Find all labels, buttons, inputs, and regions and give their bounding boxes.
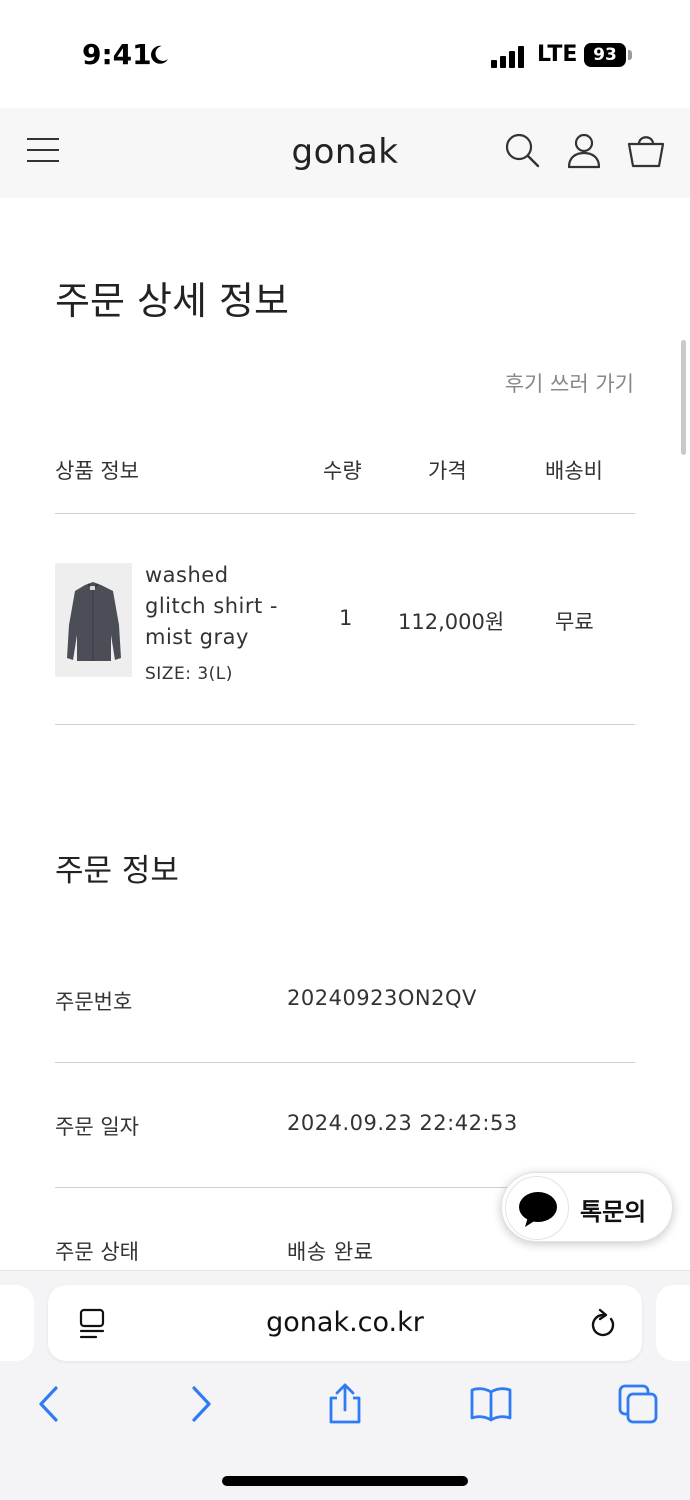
user-icon[interactable]	[564, 130, 604, 170]
url-text[interactable]: gonak.co.kr	[48, 1307, 642, 1338]
cart-icon[interactable]	[626, 130, 666, 170]
home-indicator	[222, 1476, 468, 1486]
product-size: SIZE: 3(L)	[145, 664, 233, 684]
col-header-price: 가격	[428, 459, 467, 483]
bookmarks-icon[interactable]	[469, 1382, 513, 1426]
item-price: 112,000원	[398, 610, 505, 634]
signal-icon	[491, 46, 524, 68]
product-name[interactable]: washed glitch shirt - mist gray	[145, 560, 295, 653]
chat-button-label: 톡문의	[580, 1198, 647, 1226]
order-status-value: 배송 완료	[287, 1240, 374, 1264]
tabs-icon[interactable]	[616, 1382, 660, 1426]
search-icon[interactable]	[502, 130, 542, 170]
col-header-shipping: 배송비	[545, 459, 603, 483]
site-header: gonak	[0, 108, 690, 198]
order-number-label: 주문번호	[55, 990, 133, 1014]
col-header-qty: 수량	[323, 459, 362, 483]
scrollbar[interactable]	[681, 340, 686, 455]
chat-bubble-icon	[519, 1192, 557, 1227]
status-time: 9:41	[82, 38, 152, 71]
address-bar[interactable]: gonak.co.kr	[48, 1285, 642, 1361]
info-divider	[55, 1062, 635, 1063]
network-label: LTE	[537, 42, 578, 67]
table-divider	[55, 724, 635, 725]
reload-icon[interactable]	[588, 1307, 618, 1339]
share-icon[interactable]	[323, 1382, 367, 1426]
write-review-link[interactable]: 후기 쓰러 가기	[505, 368, 634, 398]
back-icon[interactable]	[28, 1382, 72, 1426]
order-status-label: 주문 상태	[55, 1240, 139, 1264]
shirt-image	[67, 582, 121, 661]
chat-icon-wrap	[505, 1176, 569, 1240]
status-bar: 9:41 LTE 93	[0, 0, 690, 108]
forward-icon[interactable]	[178, 1382, 222, 1426]
col-header-product: 상품 정보	[55, 459, 139, 483]
page-title: 주문 상세 정보	[55, 279, 289, 323]
kakao-chat-button[interactable]: 톡문의	[501, 1172, 673, 1242]
next-tab-peek[interactable]	[656, 1285, 690, 1361]
item-qty: 1	[339, 606, 353, 630]
order-date-label: 주문 일자	[55, 1115, 139, 1139]
order-number-value: 20240923ON2QV	[287, 986, 477, 1010]
battery-tip	[628, 50, 632, 60]
table-divider	[55, 513, 635, 514]
battery-indicator: 93	[584, 43, 626, 67]
moon-icon	[151, 45, 168, 64]
order-info-title: 주문 정보	[55, 853, 179, 889]
previous-tab-peek[interactable]	[0, 1285, 34, 1361]
item-shipping: 무료	[555, 610, 594, 634]
order-date-value: 2024.09.23 22:42:53	[287, 1111, 518, 1135]
product-thumbnail[interactable]	[55, 563, 132, 677]
